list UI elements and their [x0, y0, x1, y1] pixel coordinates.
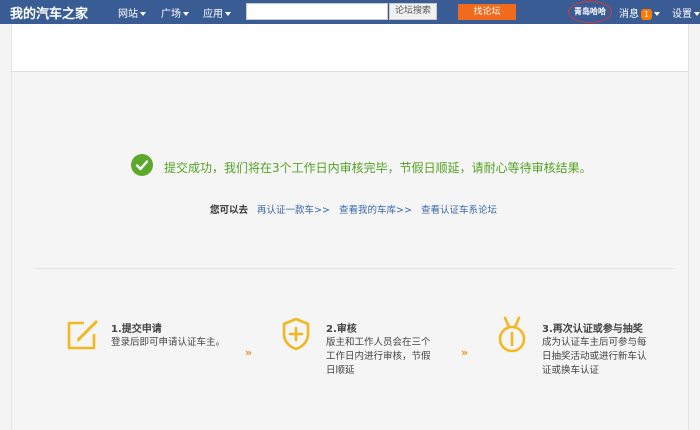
forum-search-input[interactable] [246, 3, 388, 20]
chevron-down-icon [654, 12, 661, 16]
next-step-links: 您可以去 再认证一款车>> 查看我的车库>> 查看认证车系论坛 [210, 202, 497, 216]
settings-menu[interactable]: 设置 [672, 5, 700, 20]
success-message: 提交成功，我们将在3个工作日内审核完毕，节假日顺延，请耐心等待审核结果。 [164, 161, 592, 175]
nav-site-label: 网站 [118, 9, 138, 20]
edit-icon [66, 319, 100, 355]
nav-apps-menu[interactable]: 应用 [203, 5, 231, 20]
step-3-description: 成为认证车主后可参与每日抽奖活动或进行新车认证或换车认证 [542, 337, 647, 376]
view-my-garage-link[interactable]: 查看我的车库>> [339, 205, 412, 216]
top-nav-bar: 我的汽车之家 网站 广场 应用 论坛搜索 找论坛 青岛哈哈 消息 1 设置 [0, 0, 700, 24]
step-1-title: 1.提交申请 [111, 324, 162, 335]
panel-header-strip [12, 24, 688, 72]
step-2-description: 版主和工作人员会在三个工作日内进行审核，节假日顺延 [326, 337, 431, 376]
nav-site-menu[interactable]: 网站 [118, 5, 146, 20]
find-forum-button[interactable]: 找论坛 [458, 4, 516, 20]
chevron-down-icon [140, 12, 146, 16]
success-check-icon [131, 154, 153, 176]
medal-icon [496, 316, 528, 358]
user-name-link[interactable]: 青岛哈哈 [568, 1, 612, 23]
view-certified-forum-link[interactable]: 查看认证车系论坛 [421, 205, 497, 216]
step-1-description: 登录后即可申请认证车主。 [111, 337, 226, 348]
links-prefix: 您可以去 [210, 205, 249, 216]
nav-plaza-label: 广场 [161, 9, 181, 20]
site-logo[interactable]: 我的汽车之家 [10, 3, 88, 22]
chevron-down-icon [183, 12, 189, 16]
shield-plus-icon [280, 316, 312, 356]
section-divider [34, 268, 674, 269]
step-arrow: » [461, 346, 468, 359]
forum-search-button[interactable]: 论坛搜索 [389, 3, 437, 20]
nav-apps-label: 应用 [203, 9, 223, 20]
messages-count-badge: 1 [641, 8, 653, 20]
chevron-down-icon [225, 12, 231, 16]
chevron-down-icon [694, 12, 700, 16]
step-arrow: » [245, 346, 252, 359]
settings-label: 设置 [672, 9, 692, 20]
certify-another-car-link[interactable]: 再认证一款车>> [257, 205, 330, 216]
step-2-title: 2.审核 [326, 324, 357, 335]
nav-plaza-menu[interactable]: 广场 [161, 5, 189, 20]
main-panel: 提交成功，我们将在3个工作日内审核完毕，节假日顺延，请耐心等待审核结果。 您可以… [11, 24, 689, 430]
messages-menu[interactable]: 消息 1 [619, 5, 661, 20]
messages-label: 消息 [619, 9, 639, 20]
step-3-title: 3.再次认证或参与抽奖 [542, 324, 643, 335]
